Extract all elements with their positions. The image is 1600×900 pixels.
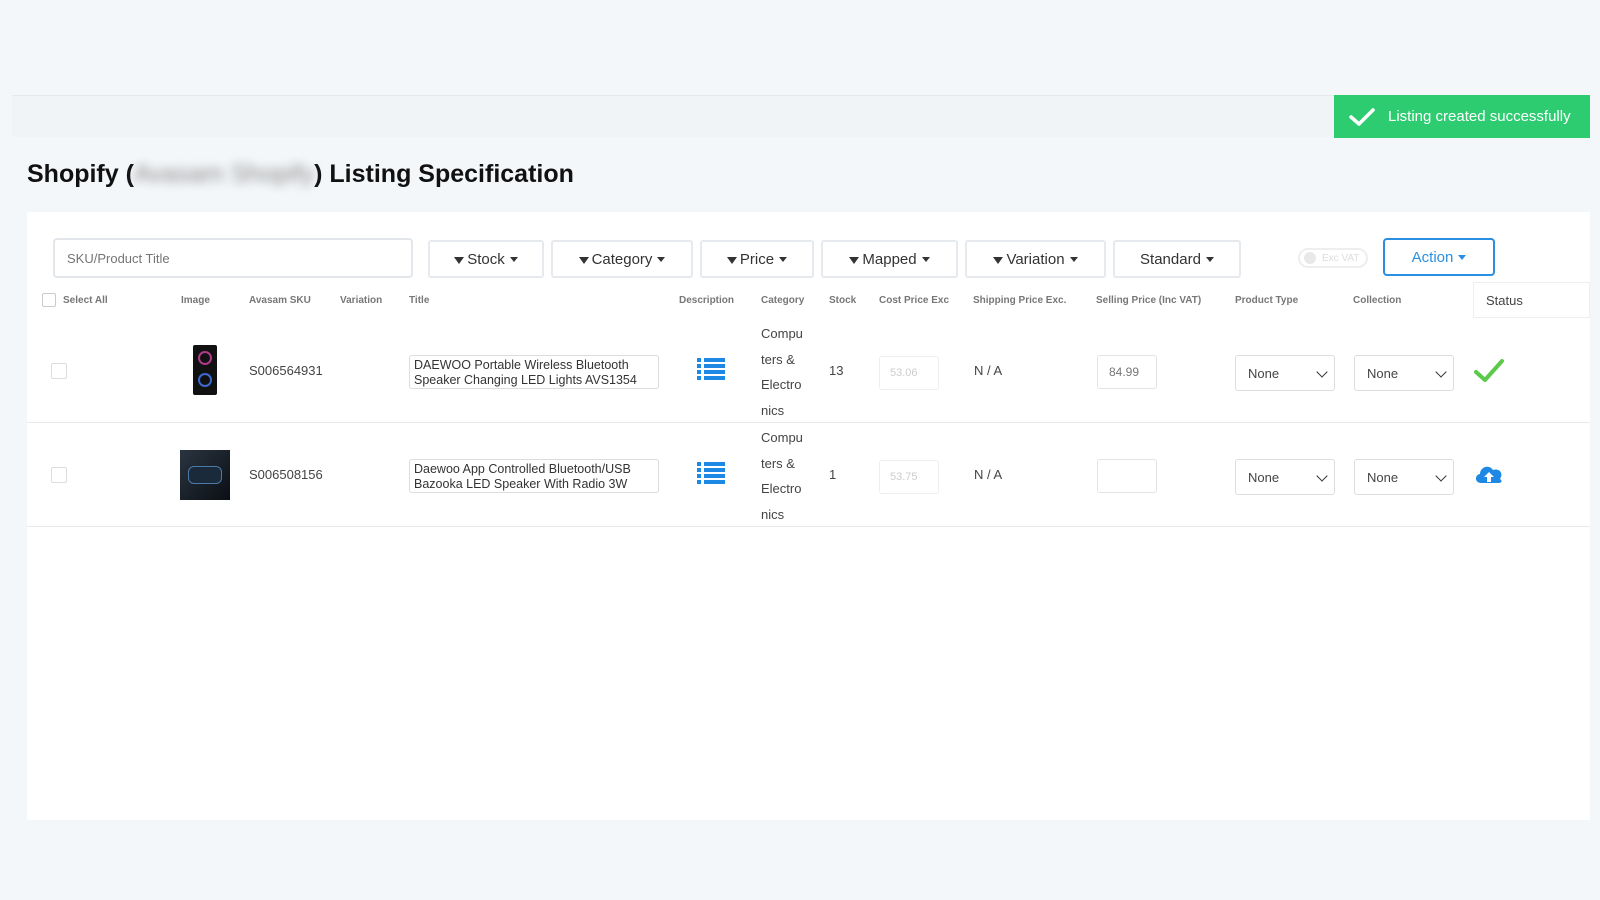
filter-bar: Stock Category Price Mapped Variation St… [53,238,1495,278]
caret-down-icon [1069,256,1078,262]
col-variation: Variation [340,295,383,306]
product-type-value: None [1248,470,1280,485]
caret-down-icon [1458,254,1467,260]
col-cost: Cost Price Exc [879,295,950,306]
collection-value: None [1367,470,1399,485]
row-category: Compu ters & Electro nics [761,423,813,527]
select-all-checkbox[interactable] [42,293,56,307]
product-image [193,345,217,395]
variation-filter-label: Variation [1006,250,1065,268]
variation-filter-button[interactable]: Variation [965,240,1106,278]
category-line: ters & [761,351,795,367]
category-line: Compu [761,430,803,445]
list-icon[interactable] [697,357,725,381]
filter-icon [726,256,737,264]
table-row: S006564931 DAEWOO Portable Wireless Blue… [27,319,1590,423]
col-image: Image [181,295,210,306]
row-cost-input: 53.06 [879,356,939,390]
title-prefix: Shopify ( [27,160,134,188]
category-line: Compu [761,326,803,341]
col-product-type: Product Type [1235,295,1299,306]
row-shipping: N / A [974,363,1003,378]
standard-label: Standard [1140,250,1201,268]
row-title-input[interactable]: Daewoo App Controlled Bluetooth/USB Bazo… [409,459,659,493]
page-title: Shopify (Avasam Shopify) Listing Specifi… [27,160,574,189]
row-sku: S006564931 [249,363,323,378]
row-cost-input: 53.75 [879,460,939,494]
col-status: Status [1473,282,1590,318]
mapped-filter-button[interactable]: Mapped [821,240,958,278]
row-selling-input[interactable]: 84.99 [1097,355,1157,389]
filter-icon [849,256,860,264]
account-name: Avasam Shopify [133,160,315,188]
vat-toggle[interactable]: Exc VAT [1298,248,1368,268]
filter-icon [578,256,589,264]
list-icon[interactable] [697,461,725,485]
toggle-knob [1304,252,1316,264]
chevron-down-icon [1316,470,1328,482]
action-label: Action [1411,248,1454,266]
success-toast: Listing created successfully [1334,95,1590,138]
caret-down-icon [779,256,788,262]
chevron-down-icon [1435,366,1447,378]
chevron-down-icon [1435,470,1447,482]
row-selling-input[interactable] [1097,459,1157,493]
filter-icon [454,256,465,264]
category-line: nics [761,506,785,522]
table-row: S006508156 Daewoo App Controlled Bluetoo… [27,423,1590,527]
title-suffix: ) Listing Specification [314,160,574,188]
row-sku: S006508156 [249,467,323,482]
product-type-select[interactable]: None [1235,355,1335,391]
col-stock: Stock [829,295,857,306]
row-stock: 1 [829,467,837,482]
product-type-value: None [1248,366,1280,381]
col-title: Title [409,295,430,306]
toast-message: Listing created successfully [1388,108,1571,125]
category-filter-label: Category [591,250,653,268]
price-filter-button[interactable]: Price [700,240,814,278]
col-collection: Collection [1353,295,1402,306]
listing-panel: Stock Category Price Mapped Variation St… [27,212,1590,820]
caret-down-icon [1205,256,1214,262]
vat-toggle-label: Exc VAT [1322,252,1360,264]
table-header: Select All Image Avasam SKU Variation Ti… [27,287,1590,315]
category-line: Electro [761,481,802,496]
stock-filter-label: Stock [467,250,505,268]
caret-down-icon [657,256,666,262]
select-all-label: Select All [63,295,108,306]
filter-icon [993,256,1004,264]
col-category: Category [761,295,805,306]
product-image [180,450,230,500]
row-title-input[interactable]: DAEWOO Portable Wireless Bluetooth Speak… [409,355,659,389]
col-selling: Selling Price (Inc VAT) [1096,295,1202,306]
upload-cloud-icon[interactable] [1473,461,1505,489]
collection-select[interactable]: None [1354,459,1454,495]
standard-dropdown[interactable]: Standard [1113,240,1241,278]
category-line: Electro [761,377,802,392]
category-line: nics [761,402,785,418]
col-sku: Avasam SKU [249,295,311,306]
product-type-select[interactable]: None [1235,459,1335,495]
search-input[interactable] [53,238,413,278]
row-stock: 13 [829,363,844,378]
stock-filter-button[interactable]: Stock [428,240,544,278]
row-checkbox[interactable] [51,466,67,483]
category-line: ters & [761,455,795,471]
caret-down-icon [921,256,930,262]
row-shipping: N / A [974,467,1003,482]
caret-down-icon [509,256,518,262]
mapped-filter-label: Mapped [862,250,917,268]
price-filter-label: Price [739,250,775,268]
chevron-down-icon [1316,366,1328,378]
listed-check-icon [1474,359,1504,382]
col-shipping: Shipping Price Exc. [973,295,1067,306]
collection-value: None [1367,366,1399,381]
row-checkbox[interactable] [51,362,67,379]
row-category: Compu ters & Electro nics [761,319,813,423]
action-button[interactable]: Action [1383,238,1495,276]
category-filter-button[interactable]: Category [551,240,693,278]
collection-select[interactable]: None [1354,355,1454,391]
col-description: Description [679,295,735,306]
checkmark-icon [1349,107,1375,126]
